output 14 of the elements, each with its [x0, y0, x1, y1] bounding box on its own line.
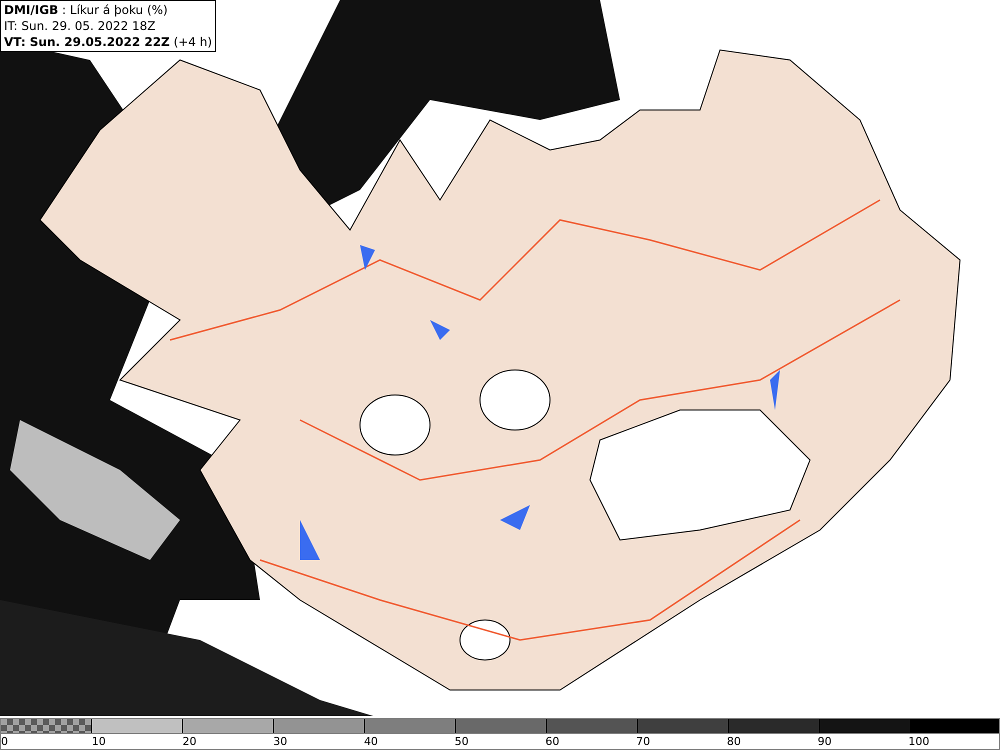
legend-tick-label: 90	[818, 734, 833, 749]
title-line: VT: Sun. 29.05.2022 22Z (+4 h)	[4, 34, 212, 50]
title-line: DMI/IGB : Líkur á þoku (%)	[4, 2, 169, 18]
legend-tick-label: 70	[636, 734, 652, 749]
legend-tick-label: 40	[364, 734, 379, 749]
legend-tick-label: 20	[182, 734, 198, 749]
legend-tick-label: 0	[1, 734, 9, 749]
legend-tick-label: 100	[908, 734, 930, 749]
legend-tick-label: 60	[545, 734, 560, 749]
legend-tick-label: 30	[273, 734, 288, 749]
legend-tick-label: 50	[454, 734, 470, 749]
title-line: IT: Sun. 29. 05. 2022 18Z	[4, 18, 157, 34]
legend-tick-label: 10	[92, 734, 107, 749]
legend-tick-label: 80	[726, 734, 742, 749]
